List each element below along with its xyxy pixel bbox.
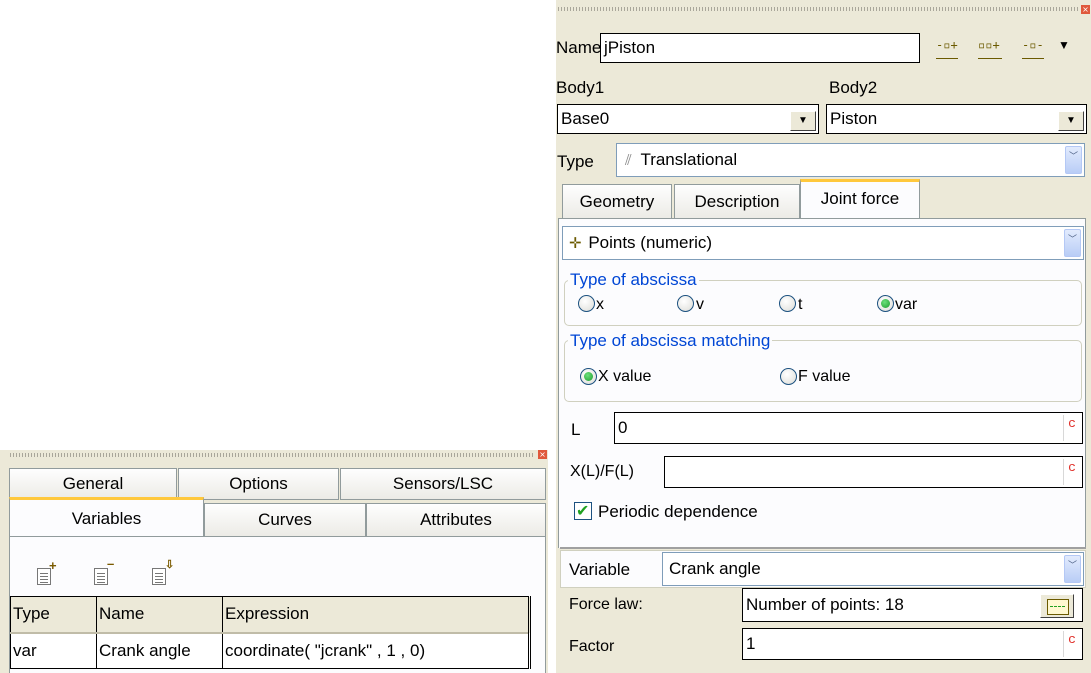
remove-joint-icon[interactable]: -▫- (1022, 38, 1044, 52)
radio-t-label: t (798, 296, 803, 313)
overflow-menu-icon[interactable]: ▼ (1058, 38, 1070, 52)
xl-label: X(L)/F(L) (570, 463, 634, 480)
xl-c-button[interactable]: c (1063, 459, 1080, 485)
variables-table: Type Name Expression var Crank angle coo… (10, 596, 531, 669)
force-law-value: Number of points: 18 (746, 595, 904, 614)
type-select[interactable]: ⫽ Translational ﹀ (616, 143, 1085, 177)
body2-value: Piston (830, 109, 878, 128)
force-mode-value: Points (numeric) (588, 233, 713, 252)
cell-expression[interactable]: coordinate( "jcrank" , 1 , 0) (222, 632, 531, 669)
factor-c-button[interactable]: c (1063, 631, 1080, 657)
radio-f-value-label: F value (798, 368, 851, 385)
radio-x[interactable] (578, 295, 595, 312)
l-c-button[interactable]: c (1063, 415, 1080, 441)
force-law-field: Number of points: 18 (742, 588, 1083, 622)
column-header-expression[interactable]: Expression (222, 596, 531, 634)
add-joint-icon[interactable]: -▫+ (936, 38, 958, 52)
column-header-type[interactable]: Type (10, 596, 97, 634)
body2-dropdown-button[interactable]: ▼ (1058, 111, 1084, 131)
move-variable-down-button[interactable]: ⇩ (150, 559, 178, 586)
variable-value: Crank angle (669, 559, 761, 578)
body1-select[interactable]: Base0 (557, 104, 819, 134)
points-icon: ✛ (569, 235, 582, 252)
edit-curve-button[interactable] (1040, 594, 1074, 618)
tab-general[interactable]: General (9, 468, 177, 500)
table-header-row: Type Name Expression (10, 596, 531, 634)
chevron-down-icon[interactable]: ﹀ (1065, 146, 1082, 174)
chevron-down-icon[interactable]: ﹀ (1064, 229, 1081, 257)
name-input[interactable]: jPiston (600, 33, 920, 63)
radio-x-label: x (596, 296, 604, 313)
cell-type[interactable]: var (10, 632, 97, 669)
l-label: L (571, 420, 581, 439)
factor-label: Factor (569, 638, 615, 655)
abscissa-matching-title: Type of abscissa matching (568, 331, 773, 351)
body2-select[interactable]: Piston (826, 104, 1087, 134)
add-variable-button[interactable]: + (35, 558, 63, 586)
body1-dropdown-button[interactable]: ▼ (790, 111, 816, 131)
radio-t[interactable] (779, 295, 796, 312)
radio-var-label: var (895, 296, 918, 313)
l-value: 0 (618, 418, 628, 437)
variable-label: Variable (569, 560, 631, 579)
body1-label: Body1 (556, 78, 605, 97)
radio-x-value-label: X value (598, 368, 652, 385)
cell-name[interactable]: Crank angle (96, 632, 223, 669)
radio-v-label: v (696, 296, 704, 313)
factor-input[interactable]: 1 c (742, 628, 1083, 660)
radio-x-value[interactable] (580, 368, 597, 385)
type-label: Type (557, 152, 594, 171)
tab-geometry[interactable]: Geometry (562, 184, 672, 218)
tab-variables[interactable]: Variables (9, 497, 204, 537)
remove-variable-button[interactable]: – (92, 556, 120, 586)
tab-sensors-lsc[interactable]: Sensors/LSC (340, 468, 546, 500)
chevron-down-icon[interactable]: ﹀ (1064, 555, 1081, 583)
translational-icon: ⫽ (625, 152, 632, 169)
body1-value: Base0 (561, 109, 610, 128)
type-value: Translational (640, 150, 738, 169)
remove-variable-icon (94, 568, 108, 585)
name-label: Name (556, 38, 602, 57)
tab-description[interactable]: Description (674, 184, 800, 218)
variable-select[interactable]: Crank angle ﹀ (662, 552, 1084, 586)
table-row[interactable]: var Crank angle coordinate( "jcrank" , 1… (10, 632, 531, 669)
tab-curves[interactable]: Curves (204, 503, 366, 537)
body2-label: Body2 (829, 78, 878, 97)
factor-value: 1 (746, 634, 756, 653)
tab-joint-force[interactable]: Joint force (800, 179, 920, 219)
force-law-label: Force law: (569, 596, 643, 613)
l-input[interactable]: 0 c (614, 412, 1083, 444)
tab-attributes[interactable]: Attributes (366, 503, 546, 537)
xl-input[interactable]: c (664, 456, 1083, 488)
close-icon[interactable]: × (1081, 5, 1090, 14)
move-down-icon (152, 568, 166, 585)
curve-chart-icon (1047, 599, 1069, 615)
column-header-name[interactable]: Name (96, 596, 223, 634)
panel-grip[interactable] (10, 453, 535, 457)
add-multiple-icon[interactable]: ▫▫+ (978, 38, 1000, 52)
radio-var[interactable] (877, 295, 894, 312)
separator (560, 547, 1086, 549)
abscissa-type-title: Type of abscissa (568, 270, 699, 290)
tab-options[interactable]: Options (178, 468, 339, 500)
periodic-checkbox[interactable] (574, 501, 592, 521)
radio-f-value[interactable] (780, 368, 797, 385)
close-icon[interactable]: × (538, 450, 547, 459)
force-mode-select[interactable]: ✛ Points (numeric) ﹀ (562, 226, 1084, 260)
radio-v[interactable] (677, 295, 694, 312)
panel-grip[interactable] (558, 7, 1078, 11)
periodic-label: Periodic dependence (598, 502, 758, 521)
